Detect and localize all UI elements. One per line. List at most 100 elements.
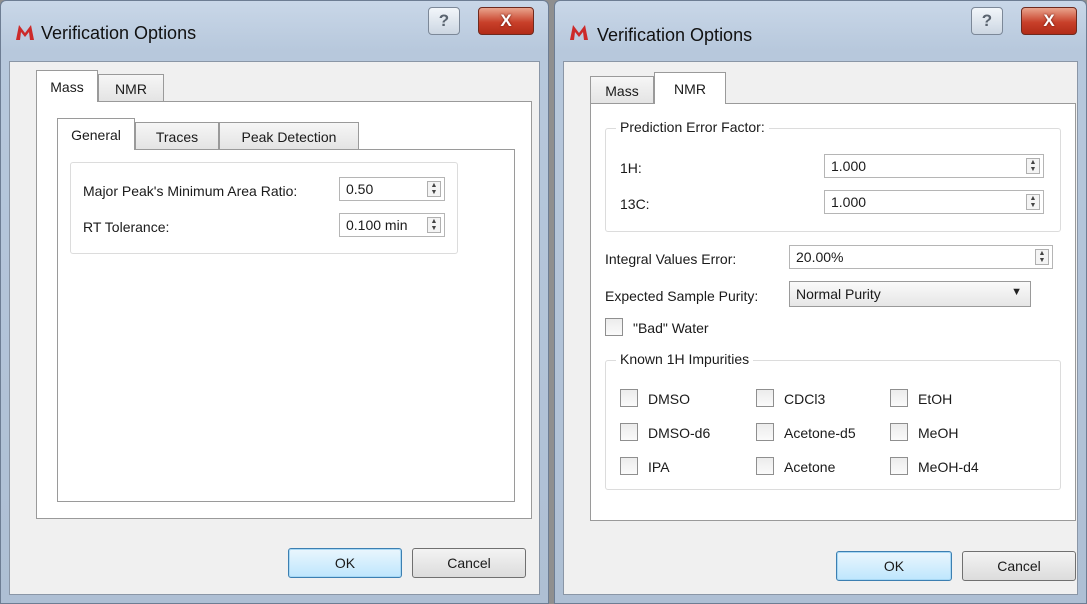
min-area-ratio-spinbox[interactable]: 0.50 ▲ ▼ — [339, 177, 445, 201]
impurity-dmso-checkbox[interactable] — [620, 389, 638, 407]
integral-values-error-spinbox[interactable]: 20.00% ▲ ▼ — [789, 245, 1053, 269]
bad-water-checkbox[interactable] — [605, 318, 623, 336]
13c-value: 1.000 — [831, 194, 867, 210]
1h-label: 1H: — [620, 160, 642, 176]
spin-up-icon[interactable]: ▲ — [1027, 195, 1039, 202]
tab-mass-label: Mass — [50, 78, 84, 95]
rt-tolerance-label: RT Tolerance: — [83, 219, 170, 235]
subtab-peak-detection[interactable]: Peak Detection — [219, 122, 359, 150]
ok-button[interactable]: OK — [836, 551, 952, 581]
mass-tab-pane: General Traces Peak Detection Major Peak… — [36, 101, 532, 519]
cancel-button[interactable]: Cancel — [412, 548, 526, 578]
spin-down-icon[interactable]: ▼ — [1027, 202, 1039, 209]
expected-sample-purity-label: Expected Sample Purity: — [605, 288, 759, 304]
prediction-error-factor-group: Prediction Error Factor: 1H: 1.000 ▲ ▼ 1… — [605, 119, 1061, 232]
impurity-meoh-d4-label[interactable]: MeOH-d4 — [918, 459, 979, 475]
impurity-acetone-d5-checkbox[interactable] — [756, 423, 774, 441]
spin-buttons[interactable]: ▲ ▼ — [1026, 194, 1040, 210]
impurity-meoh-d4-checkbox[interactable] — [890, 457, 908, 475]
tab-nmr-label: NMR — [674, 80, 706, 97]
impurity-acetone-d5-label[interactable]: Acetone-d5 — [784, 425, 856, 441]
spin-down-icon[interactable]: ▼ — [1027, 166, 1039, 173]
dialog-client-area: Mass NMR General Traces Peak Detection M… — [9, 61, 540, 595]
help-icon: ? — [981, 11, 993, 30]
impurity-etoh-label[interactable]: EtOH — [918, 391, 952, 407]
tab-nmr[interactable]: NMR — [98, 74, 164, 102]
impurity-ipa-checkbox[interactable] — [620, 457, 638, 475]
integral-values-error-value: 20.00% — [796, 249, 844, 265]
tab-mass[interactable]: Mass — [36, 70, 98, 102]
impurity-meoh-label[interactable]: MeOH — [918, 425, 958, 441]
chevron-down-icon: ▼ — [1011, 286, 1022, 298]
spin-buttons[interactable]: ▲ ▼ — [1026, 158, 1040, 174]
subtab-general[interactable]: General — [57, 118, 135, 150]
spin-buttons[interactable]: ▲ ▼ — [427, 181, 441, 197]
subtab-general-label: General — [71, 126, 121, 143]
impurity-dmso-label[interactable]: DMSO — [648, 391, 690, 407]
spin-up-icon[interactable]: ▲ — [428, 218, 440, 225]
cancel-button-label: Cancel — [997, 558, 1041, 574]
13c-spinbox[interactable]: 1.000 ▲ ▼ — [824, 190, 1044, 214]
impurity-etoh-checkbox[interactable] — [890, 389, 908, 407]
spin-down-icon[interactable]: ▼ — [428, 225, 440, 232]
title-bar[interactable]: Verification Options ? X — [1, 1, 548, 61]
close-icon: X — [500, 11, 512, 30]
title-bar[interactable]: Verification Options ? X — [555, 1, 1086, 61]
app-icon — [16, 25, 34, 40]
spin-down-icon[interactable]: ▼ — [428, 189, 440, 196]
impurity-cdcl3-label[interactable]: CDCl3 — [784, 391, 825, 407]
app-icon — [570, 25, 588, 40]
tab-nmr[interactable]: NMR — [654, 72, 726, 104]
impurity-cdcl3-checkbox[interactable] — [756, 389, 774, 407]
general-subtab-pane: Major Peak's Minimum Area Ratio: 0.50 ▲ … — [57, 149, 515, 502]
13c-label: 13C: — [620, 196, 650, 212]
integral-values-error-label: Integral Values Error: — [605, 251, 737, 267]
impurity-dmso-d6-label[interactable]: DMSO-d6 — [648, 425, 710, 441]
ok-button-label: OK — [883, 558, 905, 574]
spin-up-icon[interactable]: ▲ — [1027, 159, 1039, 166]
impurity-dmso-d6-checkbox[interactable] — [620, 423, 638, 441]
impurity-acetone-checkbox[interactable] — [756, 457, 774, 475]
help-button[interactable]: ? — [428, 7, 460, 35]
verification-options-dialog-nmr: Verification Options ? X Mass NMR Predic… — [554, 0, 1087, 604]
min-area-ratio-value: 0.50 — [346, 181, 374, 197]
known-1h-impurities-title: Known 1H Impurities — [616, 351, 754, 367]
impurity-ipa-label[interactable]: IPA — [648, 459, 670, 475]
spin-up-icon[interactable]: ▲ — [1036, 250, 1048, 257]
verification-options-dialog-mass: Verification Options ? X Mass NMR Genera… — [0, 0, 549, 604]
close-button[interactable]: X — [478, 7, 534, 35]
sample-purity-dropdown[interactable]: Normal Purity ▼ — [789, 281, 1031, 307]
help-button[interactable]: ? — [971, 7, 1003, 35]
impurity-meoh-checkbox[interactable] — [890, 423, 908, 441]
1h-spinbox[interactable]: 1.000 ▲ ▼ — [824, 154, 1044, 178]
sample-purity-value: Normal Purity — [796, 286, 881, 302]
nmr-tab-pane: Prediction Error Factor: 1H: 1.000 ▲ ▼ 1… — [590, 103, 1076, 521]
close-icon: X — [1043, 11, 1055, 30]
cancel-button[interactable]: Cancel — [962, 551, 1076, 581]
subtab-traces-label: Traces — [155, 128, 199, 145]
dialog-client-area: Mass NMR Prediction Error Factor: 1H: 1.… — [563, 61, 1078, 595]
spin-up-icon[interactable]: ▲ — [428, 182, 440, 189]
spin-down-icon[interactable]: ▼ — [1036, 257, 1048, 264]
ok-button[interactable]: OK — [288, 548, 402, 578]
min-area-ratio-label: Major Peak's Minimum Area Ratio: — [83, 183, 298, 199]
known-1h-impurities-group: Known 1H Impurities DMSO CDCl3 EtOH DMSO… — [605, 351, 1061, 490]
prediction-error-factor-title: Prediction Error Factor: — [616, 119, 769, 135]
spin-buttons[interactable]: ▲ ▼ — [427, 217, 441, 233]
cancel-button-label: Cancel — [447, 555, 491, 571]
window-title: Verification Options — [41, 23, 197, 43]
spin-buttons[interactable]: ▲ ▼ — [1035, 249, 1049, 265]
window-title: Verification Options — [597, 25, 753, 45]
general-settings-group: Major Peak's Minimum Area Ratio: 0.50 ▲ … — [70, 162, 458, 254]
tab-mass[interactable]: Mass — [590, 76, 654, 104]
subtab-traces[interactable]: Traces — [135, 122, 219, 150]
help-icon: ? — [438, 11, 450, 30]
bad-water-label[interactable]: "Bad" Water — [633, 320, 709, 336]
1h-value: 1.000 — [831, 158, 867, 174]
impurity-acetone-label[interactable]: Acetone — [784, 459, 835, 475]
rt-tolerance-spinbox[interactable]: 0.100 min ▲ ▼ — [339, 213, 445, 237]
tab-nmr-label: NMR — [115, 80, 147, 97]
subtab-peak-detection-label: Peak Detection — [241, 128, 337, 145]
close-button[interactable]: X — [1021, 7, 1077, 35]
rt-tolerance-value: 0.100 min — [346, 217, 408, 233]
